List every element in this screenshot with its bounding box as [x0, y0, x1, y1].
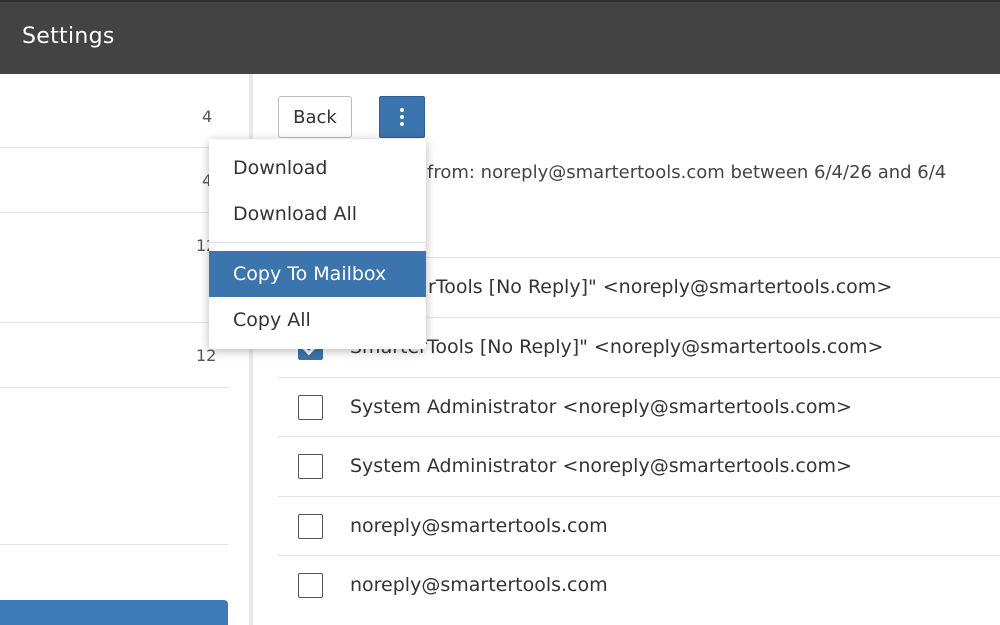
left-divider: [0, 147, 228, 148]
sender-text: noreply@smartertools.com: [350, 574, 608, 596]
sender-text: rTools [No Reply]" <noreply@smartertools…: [428, 276, 893, 298]
sender-text: System Administrator <noreply@smartertoo…: [350, 396, 852, 418]
menu-item-download[interactable]: Download: [209, 145, 426, 191]
app-header: Settings: [0, 0, 1000, 74]
row-checkbox[interactable]: [298, 395, 323, 420]
filter-description: from: noreply@smartertools.com between 6…: [427, 162, 947, 183]
menu-item-download-all[interactable]: Download All: [209, 191, 426, 237]
left-action-button[interactable]: [0, 600, 228, 625]
row-checkbox[interactable]: [298, 573, 323, 598]
sender-text: System Administrator <noreply@smartertoo…: [350, 455, 852, 477]
left-divider: [0, 212, 228, 213]
kebab-vertical-icon: [400, 108, 404, 126]
message-row[interactable]: noreply@smartertools.com: [278, 496, 1000, 556]
left-divider: [0, 544, 228, 545]
message-row[interactable]: System Administrator <noreply@smartertoo…: [278, 436, 1000, 496]
row-checkbox[interactable]: [298, 454, 323, 479]
menu-divider: [209, 242, 426, 243]
sender-text: noreply@smartertools.com: [350, 515, 608, 537]
sender-text: SmarterTools [No Reply]" <noreply@smarte…: [350, 336, 884, 358]
folder-count: 4: [202, 107, 213, 126]
message-row[interactable]: noreply@smartertools.com: [278, 555, 1000, 615]
left-divider: [0, 322, 228, 323]
message-row[interactable]: System Administrator <noreply@smartertoo…: [278, 377, 1000, 437]
back-button[interactable]: Back: [278, 96, 352, 138]
left-divider: [0, 387, 228, 388]
row-checkbox[interactable]: [298, 514, 323, 539]
more-actions-button[interactable]: [379, 96, 425, 138]
menu-item-copy-to-mailbox[interactable]: Copy To Mailbox: [209, 251, 426, 297]
page-title: Settings: [22, 24, 115, 49]
actions-dropdown-menu: Download Download All Copy To Mailbox Co…: [209, 139, 426, 349]
menu-item-copy-all[interactable]: Copy All: [209, 297, 426, 343]
